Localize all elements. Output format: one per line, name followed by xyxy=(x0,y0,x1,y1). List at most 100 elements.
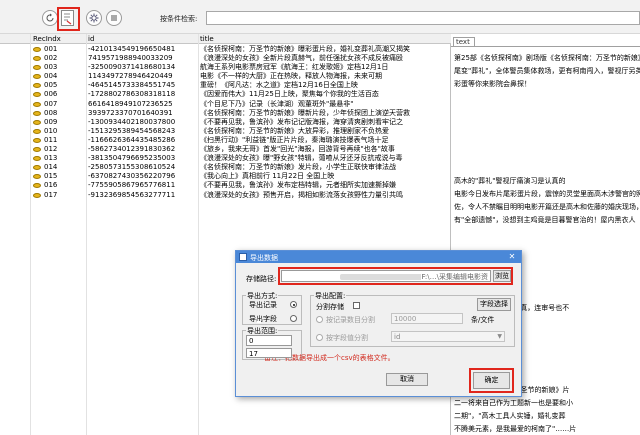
settings-gear-icon[interactable] xyxy=(86,10,102,26)
cell-title: 《浪漫深处的女孩》曝"野女孩"特辑，蔼喳从牙还牙反抗戒说与毒 xyxy=(200,154,403,163)
data-collector-app: 按条件检索: RecIndx id title 001 -421013454919… xyxy=(0,0,640,435)
cell-id: 3939723370701640391 xyxy=(88,108,173,117)
column-header-title[interactable]: title xyxy=(200,35,214,43)
table-row[interactable]: 002 7419571988940033209 《浪漫深处的女孩》全新片段真赫气，前… xyxy=(0,54,451,63)
table-row[interactable]: 006 -1728802786308318118 《因爱而伟大》11月25日上映，聚… xyxy=(0,90,451,99)
table-row[interactable]: 015 -6370827430356220796 《我心向上》真相前行 11月22日… xyxy=(0,172,451,181)
export-method-group: 导出方式: 导出记录 导出字段 xyxy=(242,291,302,325)
cell-id: -5862734012391830362 xyxy=(88,145,176,154)
cell-title: 《名侦探柯南：万圣节的新娘》曝新片段，少年侦探团上演逆天营救 xyxy=(200,108,410,117)
cell-title: 《旅乡，我来无哥》首发"回光"海报，回游背号再续"也各"故事 xyxy=(200,145,395,154)
toolbar: 按条件检索: xyxy=(0,0,640,34)
table-row[interactable]: 012 -5862734012391830362 《旅乡，我来无哥》首发"回光"海报… xyxy=(0,145,451,154)
cell-title: 《个目尼下乃》记录（长津湖）观董斑外"最悬非" xyxy=(200,99,354,108)
record-status-icon xyxy=(33,101,41,107)
cell-recindx: 013 xyxy=(44,154,58,163)
text-line: 二一将来自己作为工题新一也是要和小 xyxy=(454,399,573,407)
cell-title: 《名侦探柯南：万圣节的新娘》曝彩蛋片段，婚礼变葬礼高潮又揭笑 xyxy=(200,45,410,53)
text-line: 彩蛋等你来影院会鼻探！ xyxy=(454,80,531,88)
cell-id: -7755905867965776811 xyxy=(88,181,176,190)
table-row[interactable]: 004 1143497278946420449 电影《不一样的大厨》正在热映，释放人… xyxy=(0,72,451,81)
cell-id: 6616418949107236525 xyxy=(88,99,173,108)
cell-id: 7419571988940033209 xyxy=(88,54,173,63)
dialog-app-icon xyxy=(239,253,247,261)
refresh-icon[interactable] xyxy=(42,10,58,26)
cell-id: -4210134549196650481 xyxy=(88,45,176,53)
text-line: 不腾美元素，是我最爱的柯南了"……片 xyxy=(454,425,577,433)
field-select-button[interactable]: 字段选择 xyxy=(477,298,511,311)
cell-id: -9132369854563277711 xyxy=(88,190,176,199)
range-from-input[interactable]: 0 xyxy=(246,335,292,346)
cell-id: 1143497278946420449 xyxy=(88,72,173,81)
cancel-button[interactable]: 取消 xyxy=(386,373,428,386)
export-config-legend: 导出配置: xyxy=(314,291,347,301)
cell-id: -3813504796695235003 xyxy=(88,154,176,163)
table-row[interactable]: 009 -1300934402180037800 《不要再见我，鲁滨孙》发布记记版海… xyxy=(0,118,451,127)
table-row[interactable]: 016 -7755905867965776811 《不要再见我，鲁滨孙》发布定档特辑… xyxy=(0,181,451,190)
cell-recindx: 004 xyxy=(44,72,58,81)
cell-recindx: 015 xyxy=(44,172,58,181)
text-line: 电影今日发布片尾彩蛋片段，震惊的灵堂里面高木涉警官的照片 xyxy=(454,190,640,198)
cell-id: -1166626364435485286 xyxy=(88,135,176,144)
search-input[interactable] xyxy=(206,11,640,25)
table-row[interactable]: 003 -3250090371418680134 航海王系列电影票房冠军《航海王：红… xyxy=(0,63,451,72)
list-icon[interactable] xyxy=(106,10,122,26)
record-status-icon xyxy=(33,156,41,162)
cell-title: 《浪漫深处的女孩》全新片段真赫气，前任强扰女孩不成反被痛殴 xyxy=(200,54,403,63)
record-status-icon xyxy=(33,165,41,171)
split-by-field-radio[interactable] xyxy=(316,334,323,341)
cell-recindx: 009 xyxy=(44,117,58,126)
table-row[interactable]: 007 6616418949107236525 《个目尼下乃》记录（长津湖）观董斑外… xyxy=(0,100,451,109)
table-row[interactable]: 008 3939723370701640391 《名侦探柯南：万圣节的新娘》曝新片段… xyxy=(0,109,451,118)
export-records-label: 导出记录 xyxy=(249,301,277,309)
cell-recindx: 001 xyxy=(44,45,58,53)
table-row[interactable]: 017 -9132369854563277711 《浪漫深处的女孩》预售开启，揭相如… xyxy=(0,191,451,200)
export-document-icon[interactable] xyxy=(61,10,74,26)
cell-id: -6370827430356220796 xyxy=(88,172,176,181)
table-row[interactable]: 005 -4645145733384551745 重磅！《阿凡达：水之道》定档12月… xyxy=(0,81,451,90)
cell-recindx: 010 xyxy=(44,126,58,135)
text-line: 高木的"葬礼"警视厅痛演习是认真的 xyxy=(454,177,566,185)
record-status-icon xyxy=(33,147,41,153)
split-field-value: id xyxy=(394,333,401,341)
ok-highlight xyxy=(469,368,514,393)
export-fields-radio[interactable] xyxy=(290,315,297,322)
path-label: 存储路径: xyxy=(246,275,277,283)
cell-recindx: 008 xyxy=(44,108,58,117)
cell-id: -2580573155308610524 xyxy=(88,163,176,172)
split-storage-checkbox[interactable] xyxy=(353,302,360,309)
export-fields-label: 导出字段 xyxy=(249,315,277,323)
text-line: 有"全部遗憾"，没想到主鸡竟是目暮警官治的！屋内黑衣人 xyxy=(454,216,636,224)
close-button[interactable]: ✕ xyxy=(503,251,521,263)
column-header-recindx[interactable]: RecIndx xyxy=(33,35,61,43)
record-status-icon xyxy=(33,74,41,80)
range-to-input[interactable]: 17 xyxy=(246,348,292,358)
record-status-icon xyxy=(33,65,41,71)
table-row[interactable]: 010 -1513295389454568243 《名侦探柯南：万圣节的新娘》大放异… xyxy=(0,127,451,136)
cell-id: -1728802786308318118 xyxy=(88,90,176,99)
column-header-id[interactable]: id xyxy=(88,35,94,43)
table-row[interactable]: 013 -3813504796695235003 《浪漫深处的女孩》曝"野女孩"特辑… xyxy=(0,154,451,163)
split-by-field-label: 按字段值分割 xyxy=(326,334,368,342)
text-line: 第25部《名侦探柯南》剧场版《名侦探柯南：万圣节的新娘》 xyxy=(454,54,640,62)
split-count-input[interactable]: 10000 xyxy=(391,313,463,324)
record-status-icon xyxy=(33,192,41,198)
cell-title: 《我心向上》真相前行 11月22日 全国上映 xyxy=(200,172,335,181)
cell-title: 航海王系列电影票房冠军《航海王：红发歌姬》定档12月1日 xyxy=(200,63,389,72)
cell-recindx: 011 xyxy=(44,135,58,144)
cell-recindx: 002 xyxy=(44,54,58,63)
per-file-label: 条/文件 xyxy=(471,316,495,324)
cell-recindx: 007 xyxy=(44,99,58,108)
cell-id: -1513295389454568243 xyxy=(88,126,176,135)
export-records-radio[interactable] xyxy=(290,301,297,308)
split-field-select[interactable]: id ▼ xyxy=(391,331,505,342)
cell-recindx: 014 xyxy=(44,163,58,172)
table-row[interactable]: 014 -2580573155308610524 《名侦探柯南：万圣节的新娘》发片段… xyxy=(0,163,451,172)
path-highlight xyxy=(278,267,513,285)
split-by-count-radio[interactable] xyxy=(316,316,323,323)
table-row[interactable]: 001 -4210134549196650481 《名侦探柯南：万圣节的新娘》曝彩蛋… xyxy=(0,45,451,54)
table-row[interactable]: 011 -1166626364435485286 《扫黑行动》"利益链"版正片片段，… xyxy=(0,136,451,145)
export-config-group: 导出配置: 分割存储 字段选择 按记录数目分割 10000 条/文件 按字段值分… xyxy=(310,291,515,347)
text-line: 佐，令人不禁瞩目明明电影开篇还是高木和佐藤的婚庆现场，怎 xyxy=(454,203,640,211)
text-line: 二期"，"高木工具人实锤，婚礼变葬 xyxy=(454,412,566,420)
